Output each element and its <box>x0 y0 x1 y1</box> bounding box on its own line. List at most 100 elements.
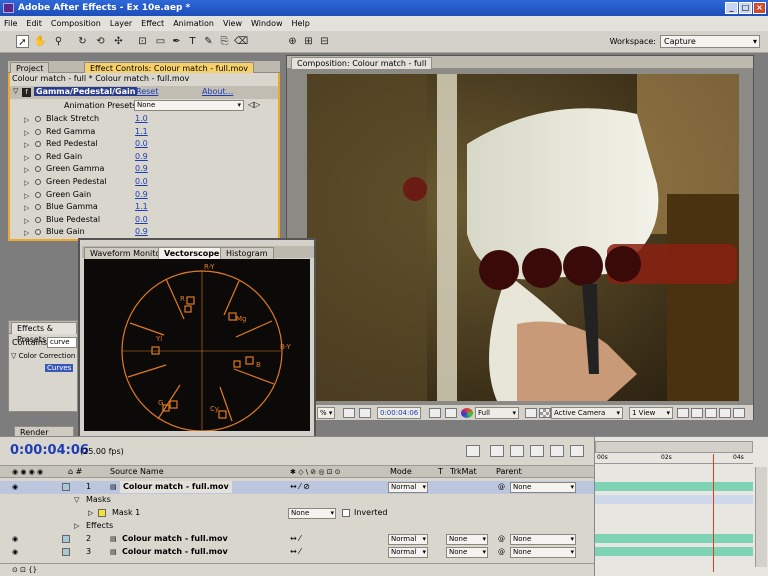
timeline-link-icon[interactable] <box>705 408 717 418</box>
layer-row[interactable]: ◉ 3 ▤ Colour match - full.mov ↔ ⁄ Normal… <box>0 546 594 559</box>
fx-toggle-icon[interactable]: f <box>22 88 31 97</box>
trkmat-select[interactable]: None ▾ <box>446 547 488 558</box>
menu-layer[interactable]: Layer <box>110 19 132 28</box>
pickwhip-icon[interactable]: @ <box>498 533 505 545</box>
channel-icon[interactable] <box>461 408 473 418</box>
param-value[interactable]: 0.9 <box>135 226 148 238</box>
stopwatch-icon[interactable] <box>35 216 41 223</box>
tab-effects-presets[interactable]: Effects & Presets <box>11 322 77 344</box>
rotate-tool-icon[interactable]: ↻ <box>76 35 89 48</box>
param-value[interactable]: 0.0 <box>135 138 148 150</box>
zoom-select[interactable]: % ▾ <box>317 407 336 419</box>
tab-vectorscope[interactable]: Vectorscope <box>158 247 226 259</box>
selection-tool-icon[interactable]: ➚ <box>16 35 29 48</box>
toggle-pixel-aspect-icon[interactable] <box>677 408 689 418</box>
footer-icons[interactable]: ⊙ ⊡ {} <box>12 566 37 574</box>
menu-file[interactable]: File <box>4 19 17 28</box>
live-update-icon[interactable] <box>466 445 480 457</box>
mask-color-swatch[interactable] <box>98 509 106 517</box>
stopwatch-icon[interactable] <box>35 153 41 160</box>
param-value[interactable]: 0.0 <box>135 214 148 226</box>
layer-duration-bar[interactable] <box>595 534 753 543</box>
search-input[interactable]: curve <box>47 337 77 348</box>
twirl-icon[interactable]: ▷ <box>24 202 29 214</box>
view-layout-select[interactable]: 1 View ▾ <box>629 407 673 419</box>
stopwatch-icon[interactable] <box>35 191 41 198</box>
col-t[interactable]: T <box>438 466 443 478</box>
inverted-checkbox[interactable] <box>342 509 350 517</box>
tab-histogram[interactable]: Histogram <box>220 247 274 259</box>
about-link[interactable]: About... <box>202 87 233 96</box>
layer-row[interactable]: ◉ 1 ▤ Colour match - full.mov ↔ ⁄ ⊘ Norm… <box>0 481 594 494</box>
minimize-button[interactable]: _ <box>725 2 738 14</box>
col-trkmat[interactable]: TrkMat <box>450 466 477 478</box>
pickwhip-icon[interactable]: @ <box>498 546 505 558</box>
graph-editor-icon[interactable] <box>570 445 584 457</box>
visibility-icon[interactable]: ◉ <box>12 533 18 545</box>
grid-toggle-icon[interactable] <box>343 408 355 418</box>
timeline-scrollbar[interactable] <box>755 467 767 567</box>
mask-mode-select[interactable]: None ▾ <box>288 508 336 519</box>
brush-tool-icon[interactable]: ✎ <box>202 35 215 48</box>
current-time-indicator[interactable] <box>713 454 714 572</box>
presets-select[interactable]: None ▾ <box>134 100 244 111</box>
visibility-icon[interactable]: ◉ <box>12 481 18 493</box>
flowchart-icon[interactable] <box>719 408 731 418</box>
motion-blur-icon[interactable] <box>550 445 564 457</box>
twirl-icon[interactable]: ▷ <box>24 152 29 164</box>
param-value[interactable]: 1.1 <box>135 201 148 213</box>
draft-3d-icon[interactable] <box>490 445 504 457</box>
snapshot-icon[interactable] <box>429 408 441 418</box>
hand-tool-icon[interactable]: ✋ <box>34 35 47 48</box>
twirl-icon[interactable]: ▷ <box>24 215 29 227</box>
menu-window[interactable]: Window <box>251 19 283 28</box>
region-of-interest-icon[interactable] <box>525 408 537 418</box>
clone-stamp-icon[interactable]: ⎘ <box>218 35 231 48</box>
close-button[interactable]: × <box>753 2 766 14</box>
reset-link[interactable]: Reset <box>136 87 158 96</box>
track-xy-icon[interactable]: ✣ <box>112 35 125 48</box>
visibility-icon[interactable]: ◉ <box>12 546 18 558</box>
twirl-down-icon[interactable]: ▽ <box>13 87 18 95</box>
effect-name[interactable]: Gamma/Pedestal/Gain <box>34 87 138 96</box>
layer-name[interactable]: Colour match - full.mov <box>120 481 232 493</box>
stopwatch-icon[interactable] <box>35 204 41 211</box>
pickwhip-icon[interactable]: @ <box>498 481 505 493</box>
mask-row[interactable]: ▷ Mask 1 None ▾ Inverted <box>0 507 594 520</box>
eraser-tool-icon[interactable]: ⌫ <box>234 35 248 48</box>
parent-select[interactable]: None ▾ <box>510 534 576 545</box>
safe-margins-icon[interactable] <box>359 408 371 418</box>
parent-select[interactable]: None ▾ <box>510 547 576 558</box>
stopwatch-icon[interactable] <box>35 229 41 236</box>
col-mode[interactable]: Mode <box>390 466 412 478</box>
pen-tool-icon[interactable]: ✒ <box>170 35 183 48</box>
maximize-button[interactable]: □ <box>739 2 752 14</box>
composition-viewer[interactable] <box>307 74 739 401</box>
effects-group[interactable]: ▷ Effects <box>0 520 594 533</box>
pan-behind-icon[interactable]: ⊡ <box>136 35 149 48</box>
stopwatch-icon[interactable] <box>35 179 41 185</box>
twirl-icon[interactable]: ▷ <box>24 139 29 151</box>
twirl-down-icon[interactable]: ▽ <box>74 494 79 506</box>
time-graph[interactable]: 00s 02s 04s <box>594 437 768 576</box>
twirl-icon[interactable]: ▷ <box>88 507 93 519</box>
fast-previews-icon[interactable] <box>691 408 703 418</box>
parent-select[interactable]: None ▾ <box>510 482 576 493</box>
axis-mode-icon[interactable]: ⊕ <box>286 35 299 48</box>
twirl-icon[interactable]: ▷ <box>24 190 29 202</box>
twirl-icon[interactable]: ▷ <box>24 164 29 176</box>
twirl-icon[interactable]: ▷ <box>24 114 29 126</box>
label-color-swatch[interactable] <box>62 535 70 543</box>
camera-select[interactable]: Active Camera ▾ <box>551 407 623 419</box>
stopwatch-icon[interactable] <box>35 128 41 135</box>
time-ruler[interactable]: 00s 02s 04s <box>595 454 753 464</box>
layer-switches[interactable]: ↔ ⁄ ⊘ <box>290 481 310 493</box>
label-color-swatch[interactable] <box>62 483 70 491</box>
param-value[interactable]: 0.9 <box>135 189 148 201</box>
menu-composition[interactable]: Composition <box>51 19 101 28</box>
param-value[interactable]: 1.1 <box>135 126 148 138</box>
workspace-select[interactable]: Capture ▾ <box>660 35 760 48</box>
layer-duration-bar[interactable] <box>595 547 753 556</box>
frame-blending-icon[interactable] <box>530 445 544 457</box>
presets-nav-icon[interactable]: ◁▷ <box>248 100 260 109</box>
